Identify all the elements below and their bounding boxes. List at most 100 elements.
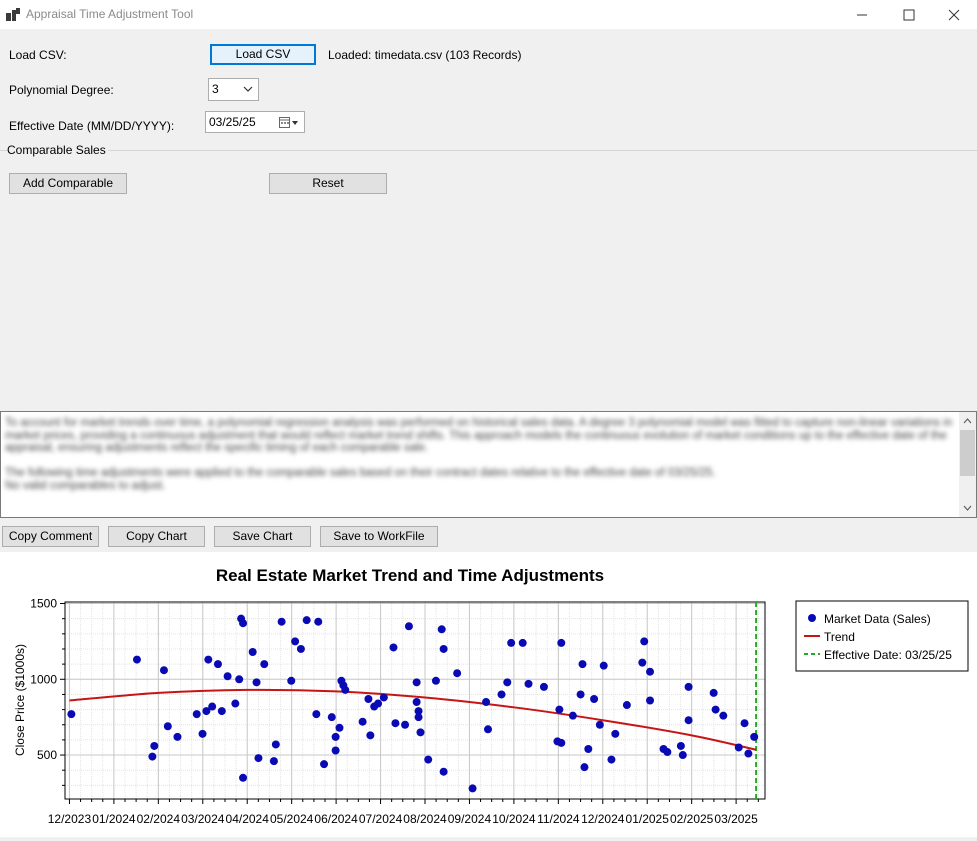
poly-degree-label: Polynomial Degree: xyxy=(9,83,114,97)
data-point xyxy=(557,738,566,747)
data-point xyxy=(424,755,433,764)
x-tick-label: 01/2024 xyxy=(92,812,136,826)
group-divider xyxy=(0,150,977,151)
data-point xyxy=(296,644,305,653)
data-point xyxy=(646,696,655,705)
data-point xyxy=(235,675,244,684)
data-point xyxy=(503,678,512,687)
chart-panel: Real Estate Market Trend and Time Adjust… xyxy=(0,552,977,841)
x-tick-label: 02/2025 xyxy=(670,812,714,826)
data-point xyxy=(341,685,350,694)
data-point xyxy=(269,757,278,766)
copy-chart-button[interactable]: Copy Chart xyxy=(108,526,205,547)
calendar-icon[interactable] xyxy=(279,116,301,129)
poly-degree-select[interactable]: 3 xyxy=(208,78,259,101)
reset-button[interactable]: Reset xyxy=(269,173,387,194)
data-point xyxy=(663,748,672,757)
data-point xyxy=(163,722,172,731)
chart-axes xyxy=(60,601,766,804)
chevron-down-icon xyxy=(243,86,253,92)
data-point xyxy=(590,694,599,703)
x-tick-label: 12/2023 xyxy=(48,812,92,826)
load-csv-button[interactable]: Load CSV xyxy=(210,44,316,65)
data-point xyxy=(132,655,141,664)
chart-title: Real Estate Market Trend and Time Adjust… xyxy=(216,566,604,585)
data-point xyxy=(744,749,753,758)
x-tick-labels: 12/2023 01/2024 02/2024 03/2024 04/2024 05/20… xyxy=(48,812,758,826)
effective-date-picker[interactable]: 03/25/25 xyxy=(205,111,305,133)
status-strip xyxy=(0,837,977,841)
data-point xyxy=(468,784,477,793)
data-point xyxy=(453,669,462,678)
data-point xyxy=(374,699,383,708)
data-point xyxy=(412,698,421,707)
data-point xyxy=(159,666,168,675)
data-point xyxy=(607,755,616,764)
data-point xyxy=(482,698,491,707)
y-tick-label: 1000 xyxy=(30,672,57,686)
legend-label-trend: Trend xyxy=(824,630,855,644)
close-button[interactable] xyxy=(931,0,977,29)
data-point xyxy=(366,731,375,740)
comment-scrollbar[interactable] xyxy=(959,412,976,517)
scroll-up-icon[interactable] xyxy=(963,418,972,424)
market-data-points xyxy=(67,614,759,793)
data-point xyxy=(320,760,329,769)
data-point xyxy=(198,729,207,738)
copy-comment-button[interactable]: Copy Comment xyxy=(2,526,99,547)
data-point xyxy=(578,660,587,669)
data-point xyxy=(638,658,647,667)
scroll-thumb[interactable] xyxy=(960,430,975,476)
data-point xyxy=(640,637,649,646)
data-point xyxy=(595,720,604,729)
data-point xyxy=(239,773,248,782)
data-point xyxy=(252,678,261,687)
title-bar: Appraisal Time Adjustment Tool xyxy=(0,0,977,29)
comment-text: To account for market trends over time, … xyxy=(5,417,955,492)
data-point xyxy=(231,699,240,708)
add-comparable-button[interactable]: Add Comparable xyxy=(9,173,127,194)
market-trend-chart: Real Estate Market Trend and Time Adjust… xyxy=(13,566,969,826)
data-point xyxy=(260,660,269,669)
chart-y-axis-label: Close Price ($1000s) xyxy=(13,644,27,756)
data-point xyxy=(248,648,257,657)
scroll-down-icon[interactable] xyxy=(963,505,972,511)
window-title: Appraisal Time Adjustment Tool xyxy=(26,7,194,21)
data-point xyxy=(327,713,336,722)
data-point xyxy=(599,661,608,670)
comment-textbox[interactable]: To account for market trends over time, … xyxy=(0,411,977,518)
data-point xyxy=(277,617,286,626)
data-point xyxy=(497,690,506,699)
minimize-button[interactable] xyxy=(839,0,885,29)
data-point xyxy=(684,682,693,691)
x-tick-label: 06/2024 xyxy=(314,812,358,826)
save-workfile-button[interactable]: Save to WorkFile xyxy=(320,526,438,547)
data-point xyxy=(439,767,448,776)
data-point xyxy=(740,719,749,728)
load-status: Loaded: timedata.csv (103 Records) xyxy=(328,48,522,62)
x-tick-label: 01/2025 xyxy=(626,812,670,826)
comparables-group-title: Comparable Sales xyxy=(7,143,108,157)
data-point xyxy=(734,743,743,752)
data-point xyxy=(678,751,687,760)
data-point xyxy=(557,638,566,647)
data-point xyxy=(507,638,516,647)
data-point xyxy=(204,655,213,664)
data-point xyxy=(291,637,300,646)
data-point xyxy=(150,741,159,750)
chart-legend: Market Data (Sales) Trend Effective Date… xyxy=(795,600,969,672)
data-point xyxy=(518,638,527,647)
data-point xyxy=(239,619,248,628)
data-point xyxy=(67,710,76,719)
maximize-button[interactable] xyxy=(886,0,932,29)
x-tick-label: 09/2024 xyxy=(448,812,492,826)
data-point xyxy=(335,723,344,732)
data-point xyxy=(271,740,280,749)
y-tick-label: 1500 xyxy=(30,597,57,611)
save-chart-button[interactable]: Save Chart xyxy=(214,526,311,547)
x-tick-label: 07/2024 xyxy=(359,812,403,826)
data-point xyxy=(576,690,585,699)
x-tick-label: 05/2024 xyxy=(270,812,314,826)
data-point xyxy=(709,688,718,697)
poly-degree-value: 3 xyxy=(212,82,219,96)
